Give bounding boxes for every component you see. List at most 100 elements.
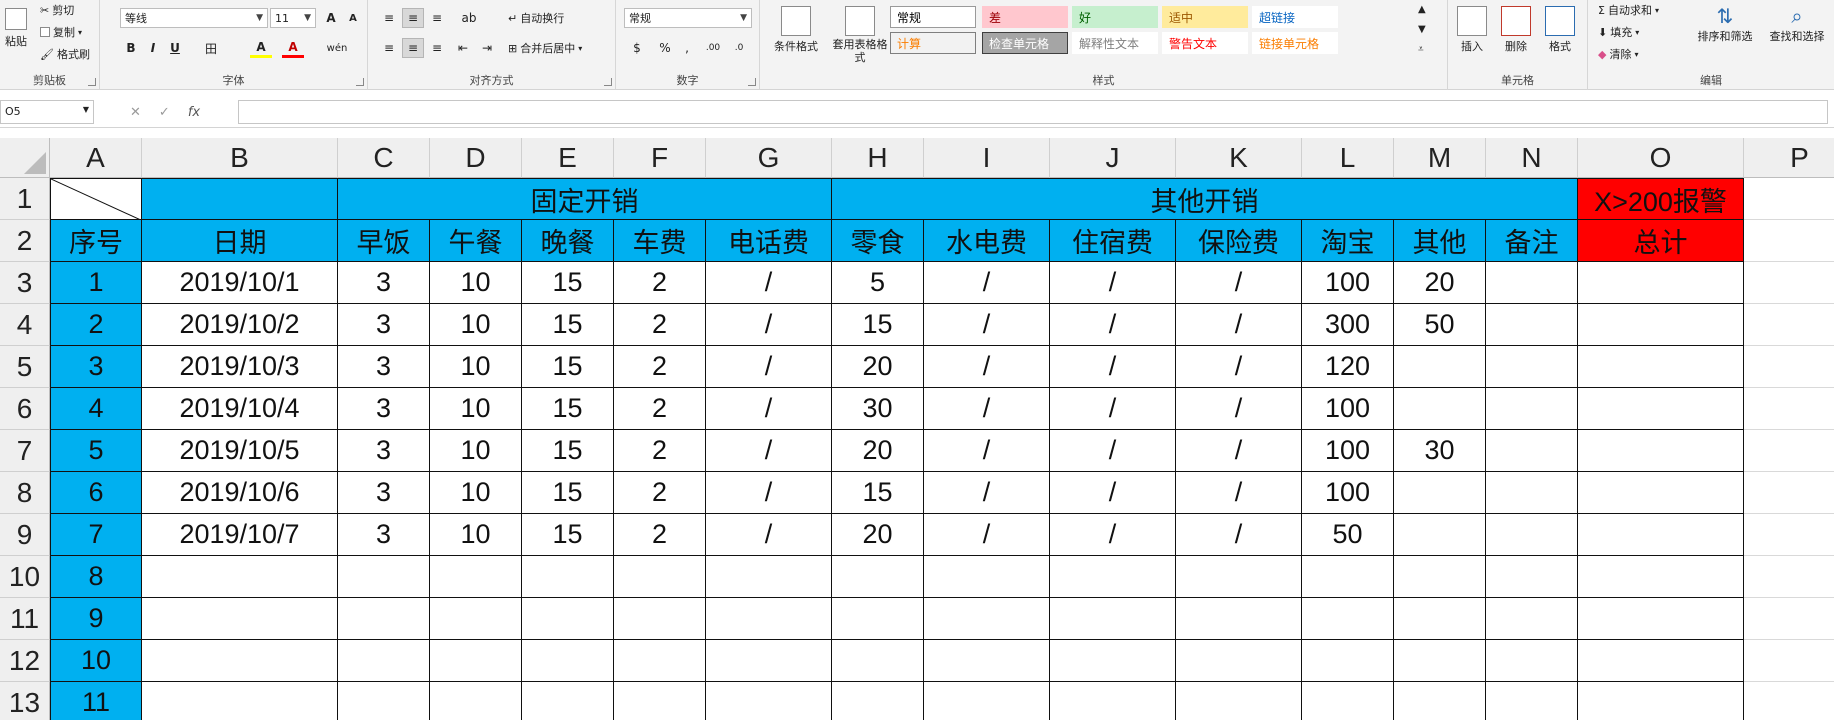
column-header-P[interactable]: P xyxy=(1744,138,1834,178)
table-cell[interactable]: 2 xyxy=(614,388,706,430)
formula-input[interactable] xyxy=(238,100,1828,124)
table-cell[interactable] xyxy=(338,682,430,720)
table-cell[interactable]: 15 xyxy=(522,472,614,514)
table-cell[interactable]: / xyxy=(706,346,832,388)
table-cell[interactable] xyxy=(1486,430,1578,472)
table-cell[interactable]: 2019/10/3 xyxy=(142,346,338,388)
column-header-N[interactable]: N xyxy=(1486,138,1578,178)
table-cell[interactable] xyxy=(614,556,706,598)
table-cell[interactable] xyxy=(1176,682,1302,720)
format-painter-button[interactable]: 🖌 格式刷 xyxy=(40,46,90,62)
table-cell[interactable]: 15 xyxy=(522,304,614,346)
table-cell[interactable]: 8 xyxy=(50,556,142,598)
table-cell[interactable]: 10 xyxy=(430,304,522,346)
table-cell[interactable]: 50 xyxy=(1394,304,1486,346)
align-top-icon[interactable]: ≡ xyxy=(378,8,400,28)
empty-cell[interactable] xyxy=(1744,262,1834,304)
table-cell[interactable]: / xyxy=(924,514,1050,556)
row-header-12[interactable]: 12 xyxy=(0,640,50,682)
table-cell[interactable]: 11 xyxy=(50,682,142,720)
table-cell[interactable] xyxy=(338,640,430,682)
table-cell[interactable] xyxy=(1394,388,1486,430)
table-cell[interactable]: 6 xyxy=(50,472,142,514)
table-cell[interactable]: 2019/10/4 xyxy=(142,388,338,430)
table-cell[interactable]: 15 xyxy=(522,346,614,388)
table-cell[interactable]: 5 xyxy=(832,262,924,304)
cut-button[interactable]: ✂ 剪切 xyxy=(40,2,74,18)
table-cell[interactable] xyxy=(1050,598,1176,640)
column-title-cell[interactable]: 备注 xyxy=(1486,220,1578,262)
table-cell[interactable]: 10 xyxy=(430,262,522,304)
table-cell[interactable] xyxy=(706,598,832,640)
table-cell[interactable]: / xyxy=(1176,514,1302,556)
row-header-8[interactable]: 8 xyxy=(0,472,50,514)
row-header-2[interactable]: 2 xyxy=(0,220,50,262)
column-title-cell[interactable]: 水电费 xyxy=(924,220,1050,262)
column-header-K[interactable]: K xyxy=(1176,138,1302,178)
format-button[interactable]: 格式 xyxy=(1530,4,1590,54)
table-cell[interactable]: 2 xyxy=(50,304,142,346)
column-header-C[interactable]: C xyxy=(338,138,430,178)
table-cell[interactable]: 2 xyxy=(614,430,706,472)
table-cell[interactable]: 10 xyxy=(430,514,522,556)
table-cell[interactable] xyxy=(1486,304,1578,346)
style-cell-2[interactable]: 好 xyxy=(1072,6,1158,28)
increase-indent-icon[interactable]: ⇥ xyxy=(476,38,498,58)
table-cell[interactable]: / xyxy=(1176,388,1302,430)
table-cell[interactable] xyxy=(1578,682,1744,720)
table-cell[interactable] xyxy=(832,556,924,598)
table-cell[interactable]: 5 xyxy=(50,430,142,472)
table-cell[interactable]: 3 xyxy=(338,514,430,556)
table-cell[interactable] xyxy=(1486,262,1578,304)
table-cell[interactable] xyxy=(142,682,338,720)
orientation-icon[interactable]: ab xyxy=(458,8,480,28)
conditional-format-button[interactable]: 条件格式 xyxy=(766,4,826,54)
alarm-header[interactable]: X>200报警 xyxy=(1578,178,1744,220)
empty-cell[interactable] xyxy=(1744,220,1834,262)
clipboard-launcher-icon[interactable] xyxy=(88,78,96,86)
table-cell[interactable]: 2 xyxy=(614,346,706,388)
table-cell[interactable]: / xyxy=(1050,430,1176,472)
table-cell[interactable]: 120 xyxy=(1302,346,1394,388)
style-cell-9[interactable]: 链接单元格 xyxy=(1252,32,1338,54)
table-cell[interactable] xyxy=(430,640,522,682)
column-title-cell[interactable]: 晚餐 xyxy=(522,220,614,262)
column-title-cell[interactable]: 零食 xyxy=(832,220,924,262)
table-cell[interactable] xyxy=(614,640,706,682)
column-title-cell[interactable]: 电话费 xyxy=(706,220,832,262)
table-cell[interactable] xyxy=(832,640,924,682)
table-cell[interactable] xyxy=(1578,262,1744,304)
cancel-icon[interactable]: ✕ xyxy=(130,105,141,120)
table-cell[interactable]: 15 xyxy=(522,430,614,472)
table-cell[interactable] xyxy=(924,556,1050,598)
table-cell[interactable]: 2019/10/7 xyxy=(142,514,338,556)
table-cell[interactable]: / xyxy=(924,262,1050,304)
table-cell[interactable]: 10 xyxy=(430,388,522,430)
style-cell-5[interactable]: 计算 xyxy=(890,32,976,54)
table-cell[interactable] xyxy=(1302,640,1394,682)
table-cell[interactable] xyxy=(706,640,832,682)
table-cell[interactable]: 3 xyxy=(50,346,142,388)
empty-cell[interactable] xyxy=(1744,178,1834,220)
increase-decimal-button[interactable]: .00 xyxy=(702,38,724,58)
table-cell[interactable] xyxy=(1394,598,1486,640)
table-cell[interactable] xyxy=(1578,556,1744,598)
row-header-13[interactable]: 13 xyxy=(0,682,50,720)
table-cell[interactable] xyxy=(1486,640,1578,682)
bold-button[interactable]: B xyxy=(120,38,142,58)
style-cell-0[interactable]: 常规 xyxy=(890,6,976,28)
grow-font-button[interactable]: A xyxy=(320,8,342,28)
table-cell[interactable]: 15 xyxy=(522,262,614,304)
column-title-cell[interactable]: 日期 xyxy=(142,220,338,262)
column-header-L[interactable]: L xyxy=(1302,138,1394,178)
table-cell[interactable]: 3 xyxy=(338,262,430,304)
table-cell[interactable] xyxy=(338,598,430,640)
percent-button[interactable]: % xyxy=(654,38,676,58)
table-cell[interactable]: / xyxy=(706,514,832,556)
column-title-cell[interactable]: 淘宝 xyxy=(1302,220,1394,262)
table-cell[interactable] xyxy=(430,682,522,720)
table-cell[interactable] xyxy=(522,556,614,598)
fill-button[interactable]: ⬇ 填充 ▾ xyxy=(1598,24,1639,40)
find-select-button[interactable]: ⌕ 查找和选择 xyxy=(1760,4,1834,44)
align-right-icon[interactable]: ≡ xyxy=(426,38,448,58)
